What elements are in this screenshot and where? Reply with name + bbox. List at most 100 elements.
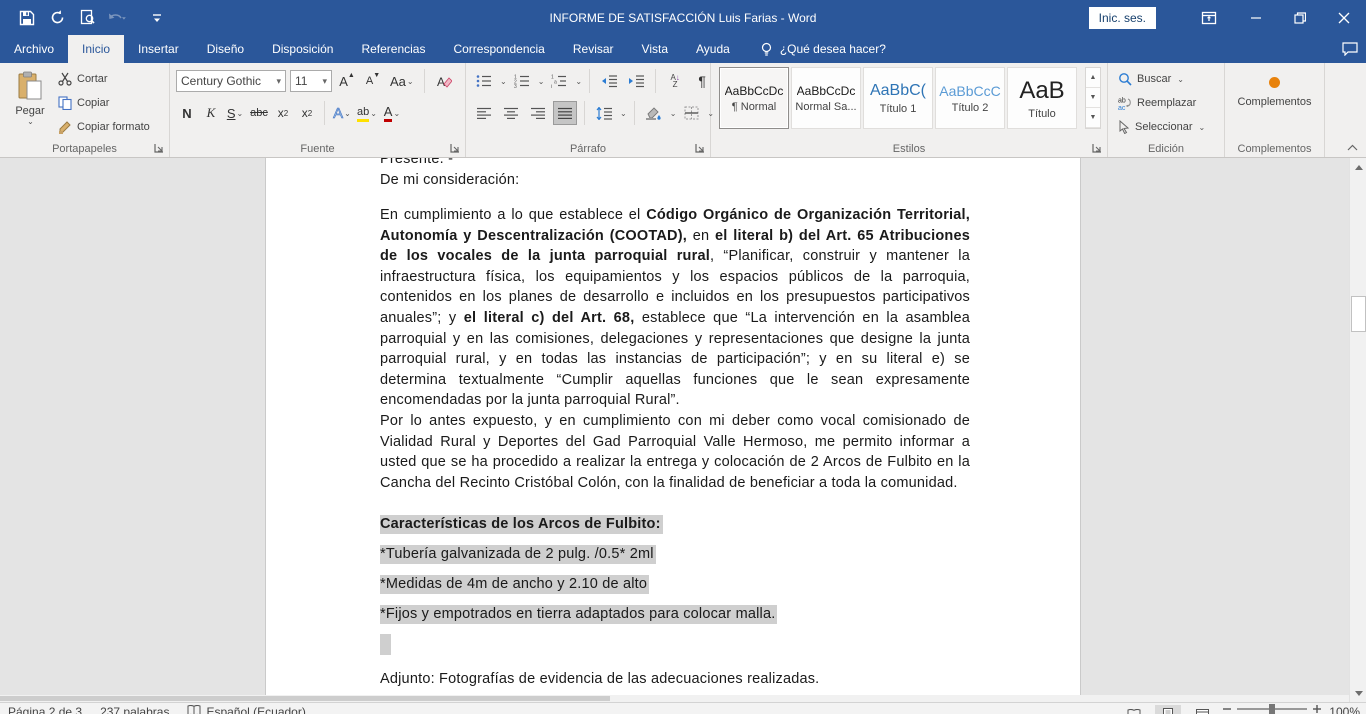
grow-font-button[interactable]: A▲ (336, 69, 358, 93)
vertical-scrollbar-thumb[interactable] (1351, 296, 1366, 332)
font-size-dropdown-icon[interactable]: ▾ (322, 76, 327, 87)
select-dropdown-icon[interactable]: ⌄ (1198, 123, 1205, 132)
tab-insertar[interactable]: Insertar (124, 35, 193, 63)
read-mode-icon[interactable] (1121, 705, 1147, 714)
styles-gallery-more-icon[interactable]: ▼ (1086, 108, 1100, 128)
print-layout-icon[interactable] (1155, 705, 1181, 714)
tell-me-box[interactable]: ¿Qué desea hacer? (760, 35, 886, 63)
highlight-dropdown-icon[interactable]: ⌄ (370, 109, 377, 118)
minimize-button[interactable] (1234, 0, 1278, 35)
paste-button[interactable]: Pegar ⌄ (8, 67, 52, 139)
bullets-dropdown-icon[interactable]: ⌄ (500, 77, 507, 86)
print-preview-icon[interactable] (74, 5, 100, 31)
text-effects-dropdown-icon[interactable]: ⌄ (344, 109, 351, 118)
multilevel-dropdown-icon[interactable]: ⌄ (575, 77, 582, 86)
highlight-button[interactable]: ab⌄ (355, 101, 379, 125)
comment-icon[interactable] (1342, 42, 1358, 56)
change-case-button[interactable]: Aa⌄ (388, 69, 416, 93)
ribbon-display-options-icon[interactable] (1196, 5, 1222, 31)
paste-dropdown-icon[interactable]: ⌄ (27, 117, 34, 126)
tab-revisar[interactable]: Revisar (559, 35, 628, 63)
customize-quick-access-toolbar-icon[interactable] (144, 5, 170, 31)
line-spacing-dropdown-icon[interactable]: ⌄ (620, 109, 627, 118)
zoom-slider-thumb[interactable] (1269, 704, 1275, 714)
underline-dropdown-icon[interactable]: ⌄ (236, 109, 243, 118)
superscript-button[interactable]: x2 (296, 101, 318, 125)
shading-button[interactable] (642, 101, 666, 125)
collapse-ribbon-icon[interactable] (1345, 141, 1359, 153)
italic-button[interactable]: K (200, 101, 222, 125)
underline-button[interactable]: S⌄ (224, 101, 246, 125)
style-título-2[interactable]: AaBbCcCTítulo 2 (935, 67, 1005, 129)
tab-inicio[interactable]: Inicio (68, 35, 124, 63)
cut-button[interactable]: Cortar (58, 69, 150, 89)
save-icon[interactable] (14, 5, 40, 31)
tab-correspondencia[interactable]: Correspondencia (439, 35, 558, 63)
bold-button[interactable]: N (176, 101, 198, 125)
tab-referencias[interactable]: Referencias (347, 35, 439, 63)
scroll-up-icon[interactable] (1351, 159, 1366, 175)
document-canvas[interactable]: Presente. -De mi consideración:En cumpli… (0, 158, 1349, 695)
align-center-button[interactable] (499, 101, 523, 125)
text-effects-button[interactable]: A⌄ (331, 101, 353, 125)
tab-vista[interactable]: Vista (628, 35, 682, 63)
vertical-scrollbar[interactable] (1349, 158, 1366, 702)
scroll-down-icon[interactable] (1351, 685, 1366, 701)
copy-button[interactable]: Copiar (58, 93, 150, 113)
web-layout-icon[interactable] (1189, 705, 1215, 714)
close-button[interactable] (1322, 0, 1366, 35)
clear-formatting-button[interactable]: A (433, 69, 455, 93)
restore-button[interactable] (1278, 0, 1322, 35)
addins-button[interactable]: Complementos (1225, 71, 1324, 108)
numbering-button[interactable]: 123 (510, 69, 534, 93)
borders-button[interactable] (679, 101, 703, 125)
tab-disposición[interactable]: Disposición (258, 35, 347, 63)
clipboard-dialog-launcher-icon[interactable] (154, 143, 166, 155)
font-size-combobox[interactable]: 11▾ (290, 70, 332, 92)
style-normal-sa[interactable]: AaBbCcDcNormal Sa... (791, 67, 861, 129)
font-color-dropdown-icon[interactable]: ⌄ (393, 109, 400, 118)
shading-dropdown-icon[interactable]: ⌄ (670, 109, 677, 118)
sign-in-button[interactable]: Inic. ses. (1089, 7, 1156, 29)
find-dropdown-icon[interactable]: ⌄ (1177, 75, 1184, 84)
justify-button[interactable] (553, 101, 577, 125)
style-título-1[interactable]: AaBbC(Título 1 (863, 67, 933, 129)
styles-scroll-down-icon[interactable]: ▼ (1086, 88, 1100, 108)
horizontal-scrollbar[interactable] (0, 695, 1349, 702)
zoom-level[interactable]: 100% (1329, 705, 1360, 714)
subscript-button[interactable]: x2 (272, 101, 294, 125)
find-button[interactable]: Buscar ⌄ (1118, 69, 1205, 89)
paragraph-dialog-launcher-icon[interactable] (695, 143, 707, 155)
multilevel-list-button[interactable]: 1ai (547, 69, 571, 93)
style-título[interactable]: AaBTítulo (1007, 67, 1077, 129)
repeat-icon[interactable] (44, 5, 70, 31)
decrease-indent-button[interactable] (597, 69, 621, 93)
format-painter-button[interactable]: Copiar formato (58, 117, 150, 137)
undo-icon[interactable] (104, 5, 130, 31)
styles-scroll-up-icon[interactable]: ▲ (1086, 68, 1100, 88)
style-normal[interactable]: AaBbCcDc¶ Normal (719, 67, 789, 129)
font-name-dropdown-icon[interactable]: ▾ (276, 76, 281, 87)
horizontal-scrollbar-thumb[interactable] (0, 696, 610, 701)
numbering-dropdown-icon[interactable]: ⌄ (538, 77, 545, 86)
strikethrough-button[interactable]: abc (248, 101, 270, 125)
select-button[interactable]: Seleccionar ⌄ (1118, 117, 1205, 137)
document-page[interactable]: Presente. -De mi consideración:En cumpli… (265, 158, 1081, 695)
bullets-button[interactable] (472, 69, 496, 93)
replace-button[interactable]: abac Reemplazar (1118, 93, 1205, 113)
font-dialog-launcher-icon[interactable] (450, 143, 462, 155)
tab-ayuda[interactable]: Ayuda (682, 35, 744, 63)
zoom-slider[interactable] (1223, 705, 1321, 713)
align-right-button[interactable] (526, 101, 550, 125)
page-indicator[interactable]: Página 2 de 3 (8, 705, 82, 714)
shrink-font-button[interactable]: A▼ (362, 69, 384, 93)
tab-diseño[interactable]: Diseño (193, 35, 258, 63)
styles-gallery-scroll[interactable]: ▲ ▼ ▼ (1085, 67, 1101, 129)
font-name-combobox[interactable]: Century Gothic▾ (176, 70, 286, 92)
zoom-in-icon[interactable] (1313, 705, 1321, 713)
align-left-button[interactable] (472, 101, 496, 125)
tab-archivo[interactable]: Archivo (0, 35, 68, 63)
sort-button[interactable]: A↓Z (663, 69, 687, 93)
language-indicator[interactable]: Español (Ecuador) (187, 705, 305, 714)
font-color-button[interactable]: A⌄ (381, 101, 403, 125)
